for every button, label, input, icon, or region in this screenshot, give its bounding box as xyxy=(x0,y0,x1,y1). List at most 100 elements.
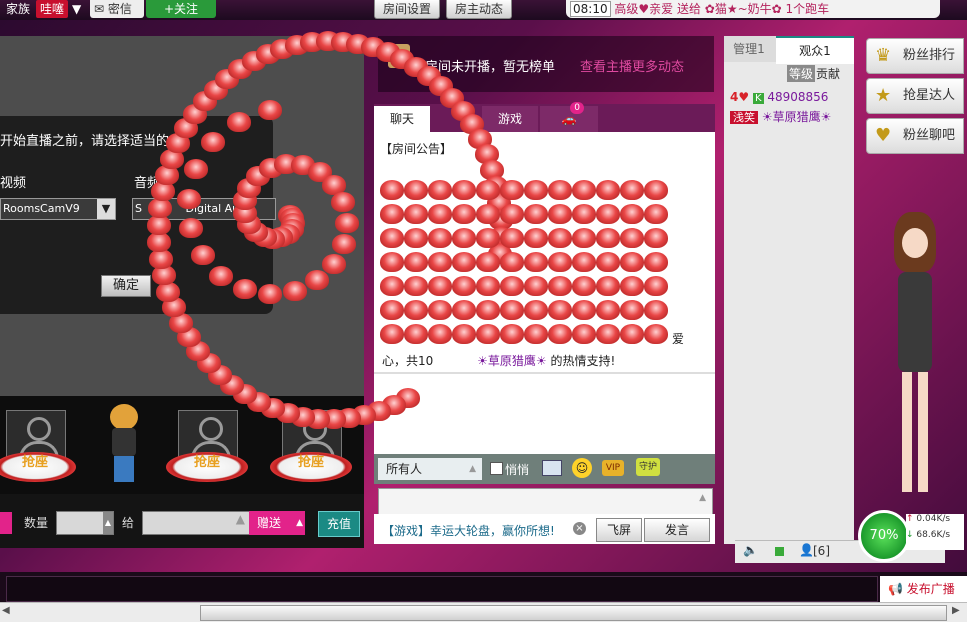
tab-audience[interactable]: 观众1 xyxy=(776,36,854,64)
chevron-down-icon[interactable]: ▼ xyxy=(72,0,81,18)
star-icon: ★ xyxy=(875,85,892,106)
mail-label: 密信 xyxy=(107,2,132,16)
seat-2[interactable]: 抢座 xyxy=(166,400,248,486)
chevron-up-icon[interactable]: ▲ xyxy=(469,458,476,480)
tab-admin[interactable]: 管理1 xyxy=(724,36,774,62)
confirm-button[interactable]: 确定 xyxy=(101,275,151,297)
bottom-bar: 📢 发布广播 xyxy=(0,572,967,602)
vip-icon[interactable]: VIP xyxy=(602,460,624,476)
family-badge[interactable]: 哇噻 xyxy=(36,0,69,18)
top-bar: 家族 哇噻 ▼ ✉ 密信 +关注 房间设置 房主动态 08:10 高级♥亲爱 送… xyxy=(0,0,967,20)
chevron-up-icon[interactable]: ▲ xyxy=(296,511,303,535)
to-label: 给 xyxy=(122,516,135,530)
notice-text: 本房间未开播，暂无榜单 xyxy=(412,60,556,75)
follow-button[interactable]: +关注 xyxy=(146,0,216,18)
broadcast-button[interactable]: 📢 发布广播 xyxy=(880,576,967,602)
fans-rank-button[interactable]: ♛ 粉丝排行 xyxy=(866,38,964,74)
recipient-select[interactable]: 所有人 ▲ xyxy=(378,458,482,480)
recipient-input[interactable]: ▲ xyxy=(142,511,250,535)
seat-row: 抢座 抢座 抢座 xyxy=(0,396,364,494)
audio-device-value: Digital Au xyxy=(185,202,240,215)
sort-contrib-button[interactable]: 贡献 xyxy=(816,65,840,82)
net-speed: ↑ 0.04K/s ↓ 68.6K/s xyxy=(906,514,964,550)
speaker-icon[interactable]: 🔈 xyxy=(743,543,758,557)
user-icon xyxy=(303,417,327,441)
video-device-value: RoomsCamV9 xyxy=(3,202,80,215)
send-button[interactable]: 发言 xyxy=(644,518,710,542)
give-button[interactable]: 赠送 ▲ xyxy=(249,511,305,535)
audio-device-prefix: S xyxy=(135,202,142,215)
video-device-select[interactable]: RoomsCamV9 ▼ xyxy=(0,198,116,220)
chat-divider[interactable] xyxy=(374,372,715,374)
chevron-up-icon[interactable]: ▲ xyxy=(236,512,245,526)
game-promo-link[interactable]: 【游戏】幸运大轮盘，赢你所想! xyxy=(382,522,555,539)
tab-car[interactable]: 🚗 0 xyxy=(540,102,598,132)
star-grab-button[interactable]: ★ 抢星达人 xyxy=(866,78,964,114)
user-icon: 👤 xyxy=(799,543,814,557)
heart-icon: ♥ xyxy=(738,90,750,104)
ticker-time: 08:10 xyxy=(570,1,611,17)
close-icon[interactable]: × xyxy=(573,522,586,535)
mail-button[interactable]: ✉ 密信 xyxy=(90,0,144,18)
chat-msg-user[interactable]: ☀草原猎鹰☀ xyxy=(477,354,547,368)
scroll-left-icon[interactable]: ◀ xyxy=(2,605,10,616)
stepper-icon[interactable]: ▲ xyxy=(103,512,113,534)
audio-device-select[interactable]: S Digital Au xyxy=(132,198,276,220)
audience-count: [6] xyxy=(813,544,830,558)
download-speed: 68.6K/s xyxy=(916,530,951,540)
recipient-value: 所有人 xyxy=(386,462,423,476)
sort-level-button[interactable]: 等级 xyxy=(787,65,816,82)
grab-seat-button[interactable]: 抢座 xyxy=(166,452,248,482)
fans-chat-label: 粉丝聊吧 xyxy=(903,128,956,143)
arrow-up-icon: ↑ xyxy=(906,514,914,524)
broadcast-input[interactable] xyxy=(6,576,878,602)
car-badge: 0 xyxy=(570,102,584,114)
user-icon xyxy=(27,417,51,441)
fly-screen-button[interactable]: 飞屏 xyxy=(596,518,642,542)
star-grab-label: 抢星达人 xyxy=(903,88,956,103)
broadcast-label: 发布广播 xyxy=(906,582,955,596)
net-meter[interactable]: 70% xyxy=(858,510,910,562)
image-icon[interactable] xyxy=(542,460,562,476)
audience-tabs: 管理1 观众1 xyxy=(724,36,854,64)
user-name-row[interactable]: 浅笑 ☀草原猎鹰☀ xyxy=(730,108,854,126)
horizontal-scrollbar[interactable]: ◀ ▶ xyxy=(0,602,967,622)
room-settings-button[interactable]: 房间设置 xyxy=(374,0,441,19)
chat-msg-prefix: 心，共10 xyxy=(382,354,434,368)
chevron-down-icon[interactable]: ▼ xyxy=(97,199,115,219)
chat-toolbar: 所有人 ▲ 悄悄 ☺ VIP 守护 xyxy=(374,454,715,484)
dialog-text: 开始直播之前，请选择适当的 xyxy=(0,134,170,149)
chat-message: 心，共10 ☀草原猎鹰☀ 的热情支持! xyxy=(382,352,712,369)
host-news-button[interactable]: 房主动态 xyxy=(446,0,513,19)
host-news-link[interactable]: 查看主播更多动态 xyxy=(580,56,684,75)
grab-seat-button[interactable]: 抢座 xyxy=(0,452,76,482)
k-badge: K xyxy=(752,93,764,104)
quantity-input[interactable]: ▲ xyxy=(56,511,114,535)
ticker-text: 高级♥亲爱 送给 ✿猫★~奶牛✿ 1个跑车 xyxy=(614,2,830,16)
mascot-figure xyxy=(880,212,950,512)
emoji-icon[interactable]: ☺ xyxy=(572,458,592,478)
user-row[interactable]: 4♥ K 48908856 xyxy=(730,90,854,108)
grab-seat-button[interactable]: 抢座 xyxy=(270,452,352,482)
scroll-thumb[interactable] xyxy=(200,605,947,621)
user-name: ☀草原猎鹰☀ xyxy=(761,110,832,124)
seat-1[interactable]: 抢座 xyxy=(0,400,76,486)
audio-label: 音频 xyxy=(134,176,161,191)
fans-chat-button[interactable]: ♥ 粉丝聊吧 xyxy=(866,118,964,154)
seat-3[interactable]: 抢座 xyxy=(270,400,352,486)
whisper-checkbox[interactable] xyxy=(490,462,503,475)
scroll-right-icon[interactable]: ▶ xyxy=(952,605,960,616)
chat-input[interactable]: ▲ xyxy=(378,488,713,516)
tab-game[interactable]: 游戏 xyxy=(482,106,538,132)
chat-area: 【房间公告】 爱 心，共10 ☀草原猎鹰☀ 的热情支持! xyxy=(374,104,715,454)
guard-icon[interactable]: 守护 xyxy=(636,458,660,476)
heart-icon: ♥ xyxy=(875,125,892,146)
chevron-up-icon[interactable]: ▲ xyxy=(699,493,706,503)
envelope-icon: ✉ xyxy=(94,2,105,16)
recharge-button[interactable]: 充值 xyxy=(318,511,360,537)
gift-selector[interactable] xyxy=(0,512,12,534)
tab-chat[interactable]: 聊天 xyxy=(374,106,430,132)
car-icon: 🚗 xyxy=(561,112,577,126)
gift-ticker: 08:10 高级♥亲爱 送给 ✿猫★~奶牛✿ 1个跑车 xyxy=(566,0,940,18)
gift-bar: 数量 ▲ 给 ▲ 赠送 ▲ 充值 xyxy=(0,494,364,548)
